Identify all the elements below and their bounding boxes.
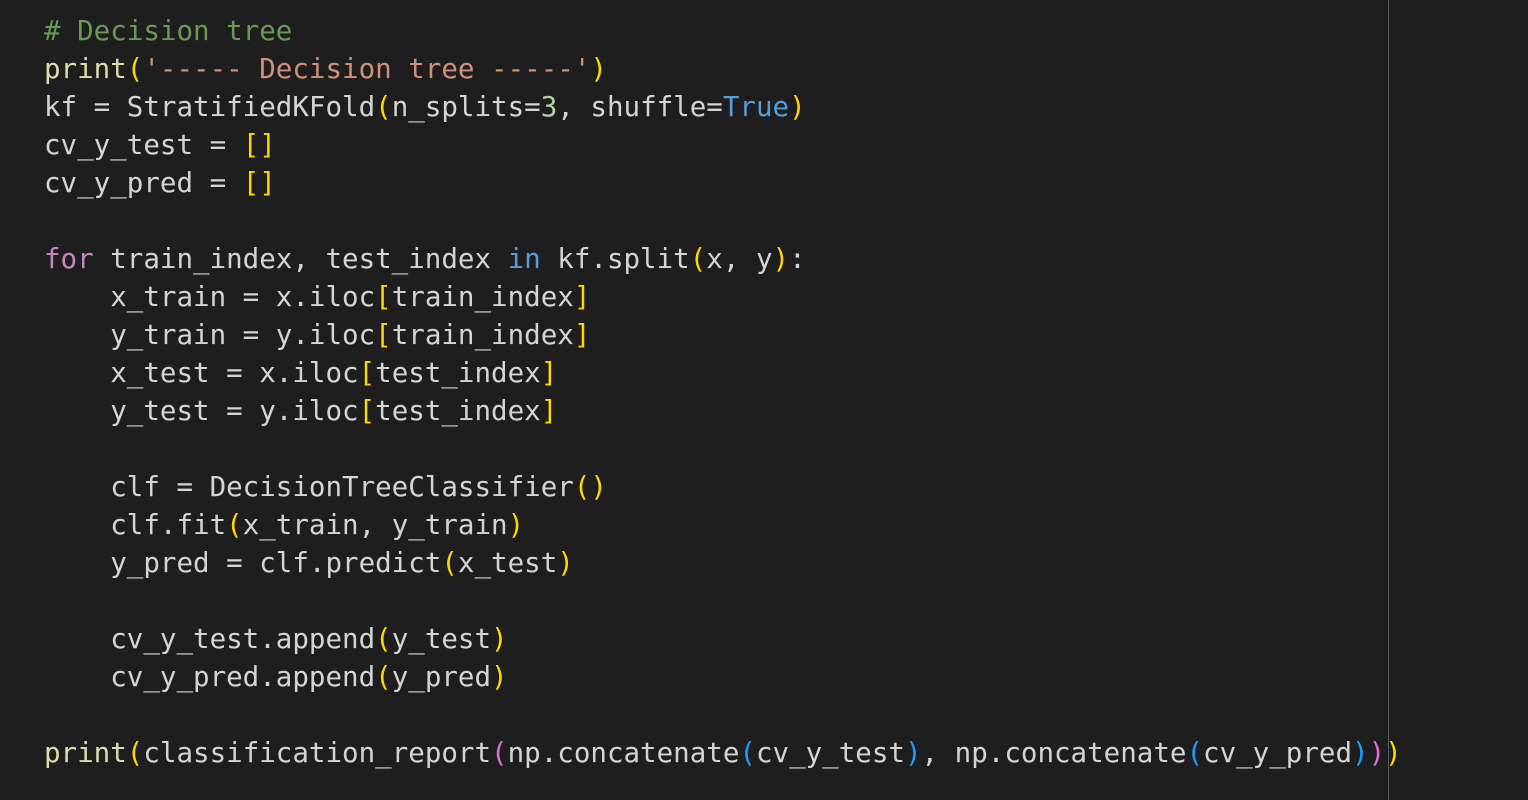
code-token: kf = StratifiedKFold <box>44 91 376 123</box>
code-token: cv_y_pred = <box>44 167 243 199</box>
code-line[interactable]: clf = DecisionTreeClassifier() <box>44 468 1402 506</box>
code-token: ] <box>540 357 558 389</box>
code-line[interactable]: cv_y_test.append(y_test) <box>44 620 1402 658</box>
code-line[interactable] <box>44 582 1402 620</box>
code-token: ) <box>1368 737 1386 769</box>
code-token: ) <box>904 737 922 769</box>
vertical-ruler <box>1388 0 1389 800</box>
code-token: n_splits= <box>391 91 541 123</box>
code-token: '----- Decision tree -----' <box>143 53 591 85</box>
code-token: [ <box>375 281 392 313</box>
code-line[interactable]: x_train = x.iloc[train_index] <box>44 278 1402 316</box>
code-token: ( <box>126 53 144 85</box>
code-token: [ <box>358 395 376 427</box>
code-token: y_pred = clf.predict <box>44 547 442 579</box>
code-token: , np.concatenate <box>921 737 1187 769</box>
code-line[interactable] <box>44 202 1402 240</box>
code-line[interactable] <box>44 430 1402 468</box>
code-token: test_index <box>375 395 541 427</box>
code-token: [ <box>358 357 376 389</box>
code-token: ] <box>540 395 558 427</box>
code-token: ( <box>126 737 144 769</box>
code-token: y_test = y.iloc <box>44 395 359 427</box>
code-token: classification_report <box>143 737 492 769</box>
code-token: x_train = x.iloc <box>44 281 376 313</box>
code-token: kf.split <box>540 243 690 275</box>
code-token: x_train, y_train <box>242 509 508 541</box>
code-area[interactable]: # Decision tree print('----- Decision tre… <box>44 12 1402 772</box>
code-token: ) <box>590 53 607 85</box>
code-token: ( <box>1186 737 1204 769</box>
code-token: ( <box>375 91 392 123</box>
code-line[interactable]: kf = StratifiedKFold(n_splits=3, shuffle… <box>44 88 1402 126</box>
code-line[interactable]: print('----- Decision tree -----') <box>44 50 1402 88</box>
code-token: ( <box>441 547 458 579</box>
code-token: ) <box>789 91 806 123</box>
code-token: () <box>573 471 607 503</box>
code-token: [ <box>375 319 392 351</box>
code-token: cv_y_pred <box>1203 737 1353 769</box>
code-token: print <box>44 737 127 769</box>
code-line[interactable]: clf.fit(x_train, y_train) <box>44 506 1402 544</box>
code-token: , shuffle= <box>557 91 723 123</box>
code-token: ) <box>557 547 574 579</box>
code-token: train_index <box>391 319 574 351</box>
code-token: test_index <box>375 357 541 389</box>
code-token: y_pred <box>391 661 492 693</box>
code-token: ( <box>739 737 756 769</box>
code-line[interactable]: x_test = x.iloc[test_index] <box>44 354 1402 392</box>
code-line[interactable]: y_train = y.iloc[train_index] <box>44 316 1402 354</box>
code-line[interactable]: # Decision tree <box>44 12 1402 50</box>
code-line[interactable]: y_pred = clf.predict(x_test) <box>44 544 1402 582</box>
code-token: for <box>44 243 94 275</box>
code-token: ( <box>226 509 243 541</box>
code-token: : <box>789 243 806 275</box>
code-token: clf.fit <box>44 509 227 541</box>
code-token: cv_y_test <box>755 737 905 769</box>
code-token: x_test = x.iloc <box>44 357 359 389</box>
code-token: ) <box>507 509 525 541</box>
code-token: ) <box>491 623 508 655</box>
code-token: cv_y_test.append <box>44 623 376 655</box>
code-token: y_train = y.iloc <box>44 319 376 351</box>
code-token: 3 <box>540 91 558 123</box>
code-token: x_test <box>457 547 558 579</box>
code-token: ( <box>375 661 392 693</box>
code-token: True <box>722 91 790 123</box>
code-token: cv_y_test = <box>44 129 243 161</box>
code-token: ) <box>491 661 508 693</box>
code-token: ( <box>491 737 508 769</box>
code-line[interactable]: for train_index, test_index in kf.split(… <box>44 240 1402 278</box>
code-token: train_index, test_index <box>93 243 508 275</box>
code-token: [] <box>242 129 276 161</box>
code-token: ) <box>1352 737 1369 769</box>
code-token: cv_y_pred.append <box>44 661 376 693</box>
code-token: np.concatenate <box>507 737 740 769</box>
code-token: in <box>507 243 541 275</box>
code-editor[interactable]: # Decision tree print('----- Decision tre… <box>0 0 1528 800</box>
code-token: ( <box>375 623 392 655</box>
code-token: [] <box>242 167 276 199</box>
code-token: ) <box>772 243 790 275</box>
code-line[interactable]: cv_y_pred.append(y_pred) <box>44 658 1402 696</box>
code-line[interactable] <box>44 696 1402 734</box>
code-token: train_index <box>391 281 574 313</box>
code-token: y_test <box>391 623 492 655</box>
code-line[interactable]: cv_y_pred = [] <box>44 164 1402 202</box>
code-line[interactable]: y_test = y.iloc[test_index] <box>44 392 1402 430</box>
code-token: clf = DecisionTreeClassifier <box>44 471 574 503</box>
code-token: ( <box>689 243 707 275</box>
code-token: ] <box>573 319 591 351</box>
code-line[interactable]: print(classification_report(np.concatena… <box>44 734 1402 772</box>
code-token: ] <box>573 281 591 313</box>
code-token: x, y <box>706 243 773 275</box>
code-token: # Decision tree <box>44 15 293 47</box>
code-line[interactable]: cv_y_test = [] <box>44 126 1402 164</box>
code-token: print <box>44 53 127 85</box>
